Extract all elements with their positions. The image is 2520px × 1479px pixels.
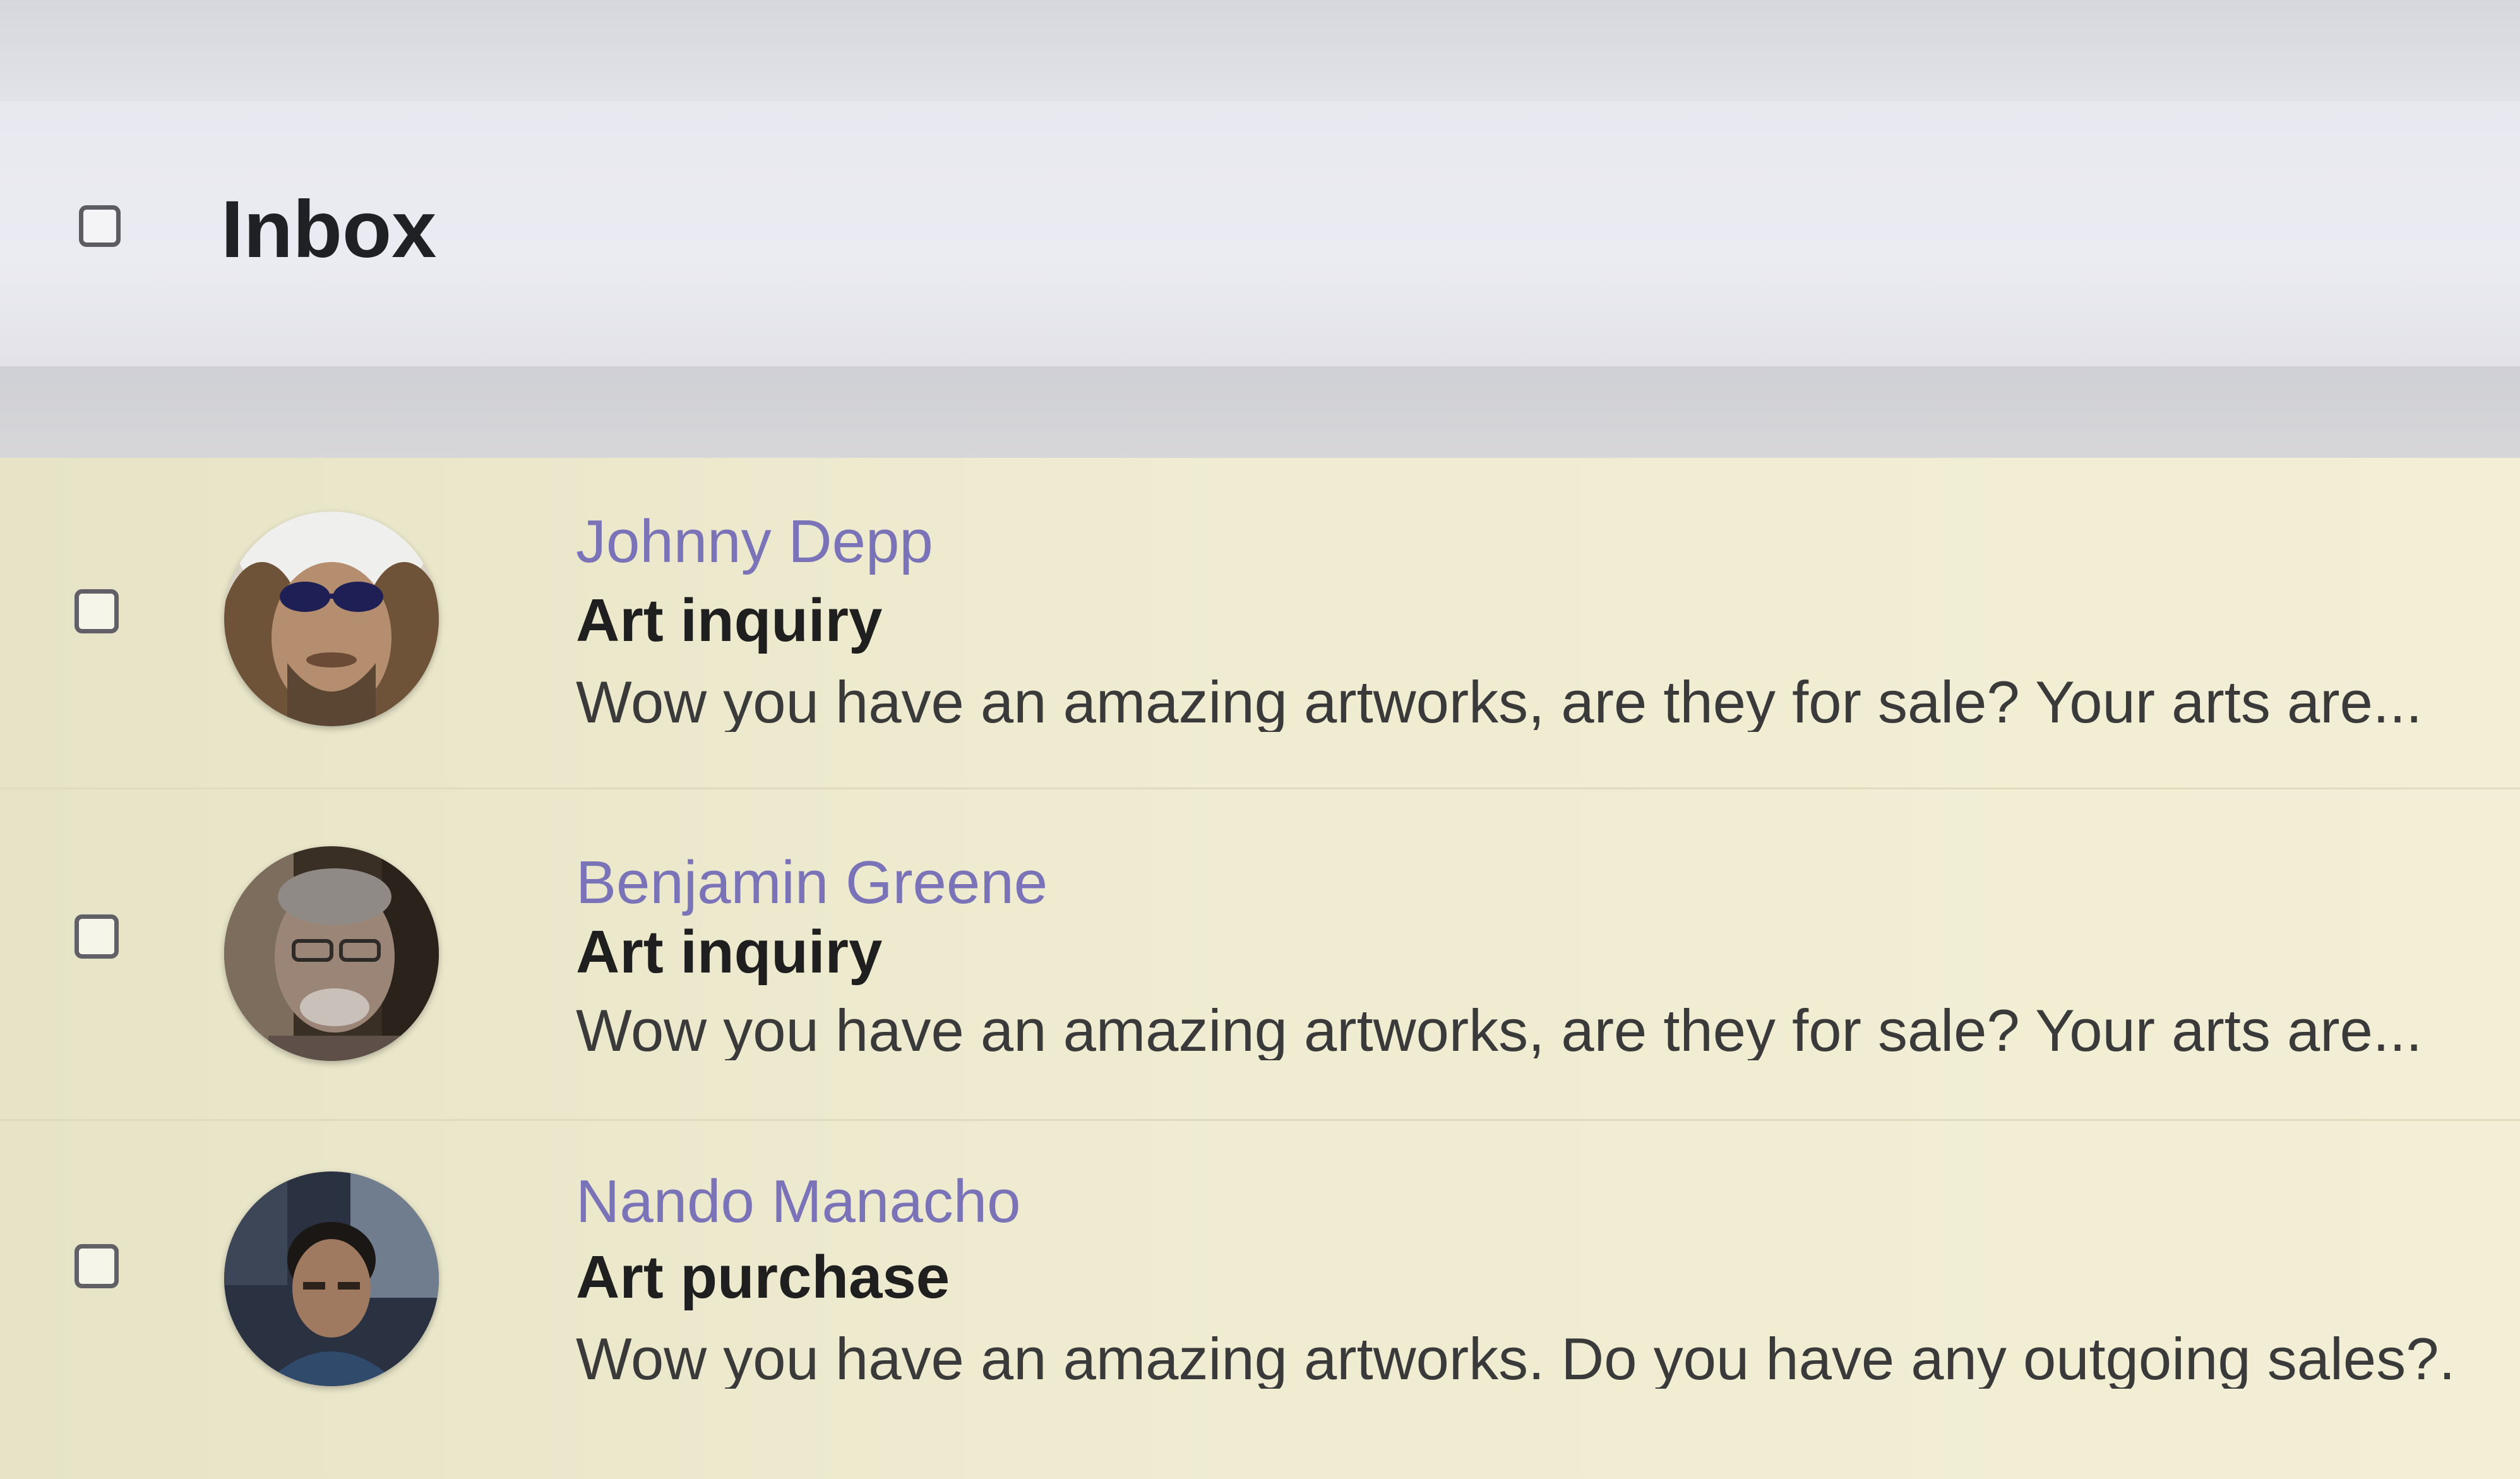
header-divider (0, 366, 2520, 461)
message-checkbox[interactable] (75, 914, 119, 959)
sender-name: Nando Manacho (576, 1168, 1021, 1235)
avatar (224, 512, 439, 726)
message-preview: Wow you have an amazing artworks, are th… (576, 1001, 2423, 1060)
message-row[interactable]: Benjamin Greene Art inquiry Wow you have… (0, 789, 2520, 1121)
message-subject: Art inquiry (576, 918, 883, 986)
avatar (224, 846, 439, 1061)
message-checkbox[interactable] (75, 589, 119, 633)
sender-name: Johnny Depp (576, 508, 933, 575)
avatar (224, 1171, 439, 1386)
message-subject: Art inquiry (576, 587, 883, 654)
message-preview: Wow you have an amazing artworks, are th… (576, 673, 2423, 732)
message-preview: Wow you have an amazing artworks. Do you… (576, 1329, 2457, 1389)
avatar-photo-icon (224, 512, 439, 726)
select-all-checkbox[interactable] (79, 205, 121, 247)
avatar-photo-icon (224, 846, 439, 1061)
inbox-header: Inbox (0, 101, 2520, 366)
message-subject: Art purchase (576, 1243, 950, 1311)
page-title: Inbox (221, 184, 437, 275)
message-row[interactable]: Johnny Depp Art inquiry Wow you have an … (0, 458, 2520, 789)
avatar-photo-icon (224, 1171, 439, 1386)
top-strip (0, 0, 2520, 101)
message-checkbox[interactable] (75, 1244, 119, 1288)
message-row[interactable]: Nando Manacho Art purchase Wow you have … (0, 1121, 2520, 1452)
sender-name: Benjamin Greene (576, 849, 1048, 916)
inbox-page: Inbox Johnny Depp Art inquiry Wow you ha… (0, 0, 2520, 1479)
message-list: Johnny Depp Art inquiry Wow you have an … (0, 458, 2520, 1479)
